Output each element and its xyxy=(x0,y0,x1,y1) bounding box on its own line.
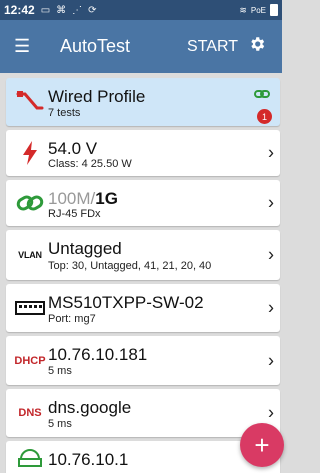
vlan-card[interactable]: VLAN Untagged Top: 30, Untagged, 41, 21,… xyxy=(6,230,280,280)
card-title: 100M/1G xyxy=(48,189,118,209)
chevron-right-icon: › xyxy=(268,192,274,213)
chevron-right-icon: › xyxy=(268,402,274,423)
switch-icon xyxy=(14,294,46,322)
link-speed-supported: 100M/ xyxy=(48,189,96,208)
dns-icon: DNS xyxy=(14,399,46,427)
poe-status-icon: PoE xyxy=(250,5,266,15)
signal-icon: ⋰ xyxy=(72,4,83,16)
battery-icon xyxy=(270,4,278,16)
vlan-icon: VLAN xyxy=(14,241,46,269)
chain-link-icon xyxy=(14,189,46,217)
menu-icon[interactable]: ☰ xyxy=(0,36,38,57)
card-subtitle: Class: 4 25.50 W xyxy=(48,158,132,170)
network-icon: ⌘ xyxy=(56,4,67,16)
card-title: Wired Profile xyxy=(48,87,146,106)
chevron-right-icon: › xyxy=(268,297,274,318)
add-test-button[interactable]: + xyxy=(240,423,284,467)
card-title: dns.google xyxy=(48,398,132,417)
card-title: 54.0 V xyxy=(48,139,98,158)
gateway-card[interactable]: 10.76.10.1 › xyxy=(6,441,280,473)
link-speed-actual: 1G xyxy=(95,189,118,208)
card-subtitle: Top: 30, Untagged, 41, 21, 20, 40 xyxy=(48,260,212,272)
dhcp-card[interactable]: DHCP 10.76.10.181 5 ms › xyxy=(6,336,280,385)
chevron-right-icon: › xyxy=(268,142,274,163)
card-title: 10.76.10.1 xyxy=(48,450,129,469)
card-subtitle: 5 ms xyxy=(48,365,72,377)
dhcp-tag: DHCP xyxy=(14,354,46,367)
dhcp-icon: DHCP xyxy=(14,347,46,375)
gear-icon[interactable] xyxy=(248,35,270,58)
card-title: Untagged xyxy=(48,239,122,258)
page-title: AutoTest xyxy=(60,36,131,56)
app-bar: ☰ AutoTest START xyxy=(0,20,282,73)
plus-icon: + xyxy=(254,429,270,460)
vlan-tag: VLAN xyxy=(18,250,42,260)
wifi-icon: ≋ xyxy=(239,4,247,15)
dns-card[interactable]: DNS dns.google 5 ms › xyxy=(6,389,280,437)
card-subtitle: Port: mg7 xyxy=(48,313,96,325)
link-card[interactable]: 100M/1G RJ-45 FDx › xyxy=(6,180,280,226)
poe-card[interactable]: 54.0 V Class: 4 25.50 W › xyxy=(6,130,280,176)
sync-icon: ⟳ xyxy=(88,4,97,16)
card-subtitle: 5 ms xyxy=(48,418,72,430)
chain-link-icon xyxy=(254,87,270,106)
error-count-badge: 1 xyxy=(257,109,272,124)
card-title: 10.76.10.181 xyxy=(48,345,148,364)
start-button[interactable]: START xyxy=(187,38,238,56)
chevron-right-icon: › xyxy=(268,350,274,370)
wired-profile-card[interactable]: Wired Profile 7 tests 1 xyxy=(6,78,280,126)
lightning-bolt-icon xyxy=(14,139,46,167)
switch-card[interactable]: MS510TXPP-SW-02 Port: mg7 › xyxy=(6,284,280,332)
card-subtitle: RJ-45 FDx xyxy=(48,208,101,220)
status-time: 12:42 xyxy=(4,3,35,17)
gateway-icon xyxy=(14,442,46,470)
cast-icon: ▭ xyxy=(40,4,51,16)
status-bar: 12:42 ▭ ⌘ ⋰ ⟳ ≋ PoE xyxy=(0,0,282,20)
ethernet-cable-icon xyxy=(14,88,46,116)
card-subtitle: 7 tests xyxy=(48,107,81,119)
card-title: MS510TXPP-SW-02 xyxy=(48,293,204,312)
dns-tag: DNS xyxy=(18,407,42,419)
chevron-right-icon: › xyxy=(268,244,274,265)
